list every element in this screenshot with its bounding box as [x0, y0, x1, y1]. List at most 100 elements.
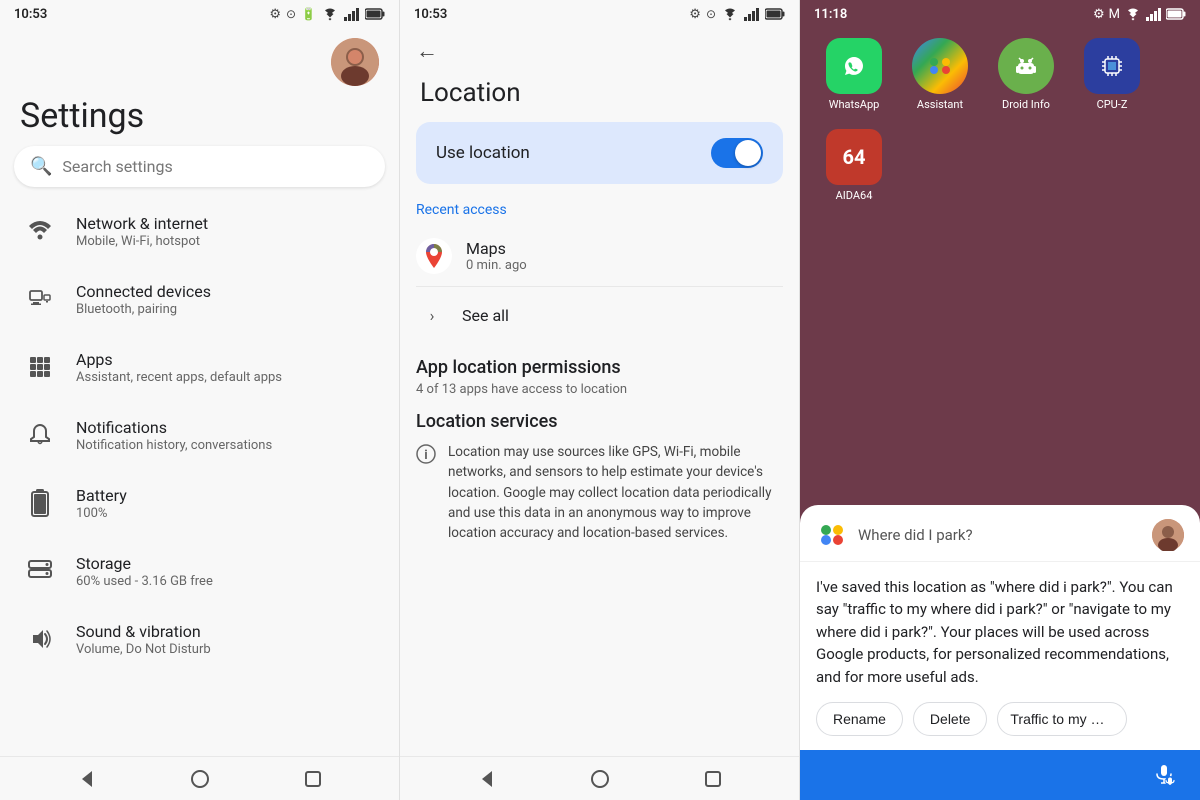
recents-nav-icon-2 — [705, 771, 721, 787]
home-nav-icon-2 — [590, 769, 610, 789]
droid-logo — [1010, 50, 1042, 82]
maps-app-info: Maps 0 min. ago — [466, 239, 527, 273]
back-button-1[interactable] — [72, 764, 102, 794]
aida-icon: 64 — [826, 129, 882, 185]
settings-status-icon: ⚙ — [269, 7, 281, 22]
rename-button[interactable]: Rename — [816, 702, 903, 736]
network-title: Network & internet — [76, 214, 379, 233]
apps-title: Apps — [76, 350, 379, 369]
notifications-item-text: Notifications Notification history, conv… — [76, 418, 379, 453]
time-display-2: 10:53 — [414, 7, 447, 22]
chevron-right-icon: › — [416, 299, 448, 331]
bottom-nav-1 — [0, 756, 399, 800]
aida-label: AIDA64 — [836, 189, 873, 202]
battery-icon — [20, 483, 60, 523]
status-bar-1: 10:53 ⚙ ⊙ 🔋 — [0, 0, 399, 28]
assistant-action-buttons: Rename Delete Traffic to my where di — [800, 702, 1200, 750]
assistant-response-text: I've saved this location as "where did i… — [800, 562, 1200, 703]
apps-icon — [20, 347, 60, 387]
see-all-button[interactable]: › See all — [416, 286, 783, 343]
search-bar[interactable]: 🔍 Search settings — [14, 146, 385, 187]
status-icons-2: ⚙ ⊙ — [689, 7, 785, 22]
app-item-aida[interactable]: 64 AIDA64 — [820, 129, 888, 202]
battery-status-icon — [365, 8, 385, 20]
app-item-droid[interactable]: Droid Info — [992, 38, 1060, 111]
home-button-2[interactable] — [585, 764, 615, 794]
battery-status-icon: 🔋 — [301, 7, 316, 21]
network-subtitle: Mobile, Wi-Fi, hotspot — [76, 234, 379, 249]
settings-panel: 10:53 ⚙ ⊙ 🔋 — [0, 0, 400, 800]
apps-grid-icon — [29, 356, 51, 378]
settings-item-battery[interactable]: Battery 100% — [0, 469, 399, 537]
assistant-label: Assistant — [917, 98, 963, 111]
settings-item-connected[interactable]: Connected devices Bluetooth, pairing — [0, 265, 399, 333]
maps-app-time: 0 min. ago — [466, 258, 527, 273]
network-icon — [20, 211, 60, 251]
signal-icon-3 — [1146, 7, 1162, 21]
battery-subtitle: 100% — [76, 506, 379, 521]
network-item-text: Network & internet Mobile, Wi-Fi, hotspo… — [76, 214, 379, 249]
apps-item-text: Apps Assistant, recent apps, default app… — [76, 350, 379, 385]
bell-icon — [29, 423, 51, 447]
app-permissions-section: App location permissions 4 of 13 apps ha… — [416, 357, 783, 397]
settings-icon-3: ⚙ — [1093, 7, 1105, 22]
svg-text:i: i — [424, 448, 427, 463]
app-permissions-title: App location permissions — [416, 357, 783, 378]
settings-item-storage[interactable]: Storage 60% used - 3.16 GB free — [0, 537, 399, 605]
location-services-description: Location may use sources like GPS, Wi-Fi… — [448, 442, 783, 543]
app-item-assistant[interactable]: Assistant — [906, 38, 974, 111]
location-toggle[interactable] — [711, 138, 763, 168]
sound-item-text: Sound & vibration Volume, Do Not Disturb — [76, 622, 379, 657]
settings-item-sound[interactable]: Sound & vibration Volume, Do Not Disturb — [0, 605, 399, 673]
delete-button[interactable]: Delete — [913, 702, 987, 736]
whatsapp-icon — [826, 38, 882, 94]
settings-item-apps[interactable]: Apps Assistant, recent apps, default app… — [0, 333, 399, 401]
maps-recent-item: Maps 0 min. ago — [416, 230, 783, 282]
sound-subtitle: Volume, Do Not Disturb — [76, 642, 379, 657]
see-all-label: See all — [462, 306, 509, 325]
recents-button-1[interactable] — [298, 764, 328, 794]
location-page-title: Location — [400, 74, 799, 122]
sound-title: Sound & vibration — [76, 622, 379, 641]
use-location-label: Use location — [436, 143, 530, 163]
apps-subtitle: Assistant, recent apps, default apps — [76, 370, 379, 385]
location-services-info-row: i Location may use sources like GPS, Wi-… — [416, 442, 783, 543]
app-item-cpu[interactable]: CPU-Z — [1078, 38, 1146, 111]
signal-icon-2 — [744, 7, 760, 21]
assistant-logo — [924, 50, 956, 82]
settings-item-network[interactable]: Network & internet Mobile, Wi-Fi, hotspo… — [0, 197, 399, 265]
status-icons-3: ⚙ M — [1093, 7, 1186, 22]
droid-label: Droid Info — [1002, 98, 1050, 111]
maps-app-icon — [416, 238, 452, 274]
recents-button-2[interactable] — [698, 764, 728, 794]
cast-status-icon-2: ⊙ — [706, 7, 716, 21]
app-item-whatsapp[interactable]: WhatsApp — [820, 38, 888, 111]
signal-icon — [344, 7, 360, 21]
wifi-icon-3 — [1124, 7, 1142, 21]
home-nav-icon — [190, 769, 210, 789]
back-arrow-button[interactable]: ← — [416, 38, 438, 64]
use-location-card[interactable]: Use location — [416, 122, 783, 184]
cpu-label: CPU-Z — [1097, 98, 1128, 111]
wifi-icon-2 — [721, 7, 739, 21]
settings-header — [0, 28, 399, 92]
notifications-icon — [20, 415, 60, 455]
sound-settings-icon — [29, 628, 51, 650]
back-nav-icon-2 — [477, 769, 497, 789]
user-avatar-image — [1152, 519, 1184, 551]
maps-app-name: Maps — [466, 239, 527, 258]
sound-icon — [20, 619, 60, 659]
battery-settings-icon — [31, 489, 49, 517]
assistant-header: Where did I park? — [800, 505, 1200, 562]
user-avatar[interactable] — [331, 38, 379, 86]
location-content: Use location Recent access Maps — [400, 122, 799, 756]
home-button-1[interactable] — [185, 764, 215, 794]
settings-item-notifications[interactable]: Notifications Notification history, conv… — [0, 401, 399, 469]
connected-devices-icon — [28, 288, 52, 310]
notifications-subtitle: Notification history, conversations — [76, 438, 379, 453]
battery-icon-2 — [765, 8, 785, 20]
search-icon: 🔍 — [30, 156, 52, 177]
traffic-button[interactable]: Traffic to my where di — [997, 702, 1127, 736]
back-button-2[interactable] — [472, 764, 502, 794]
wifi-icon — [321, 7, 339, 21]
